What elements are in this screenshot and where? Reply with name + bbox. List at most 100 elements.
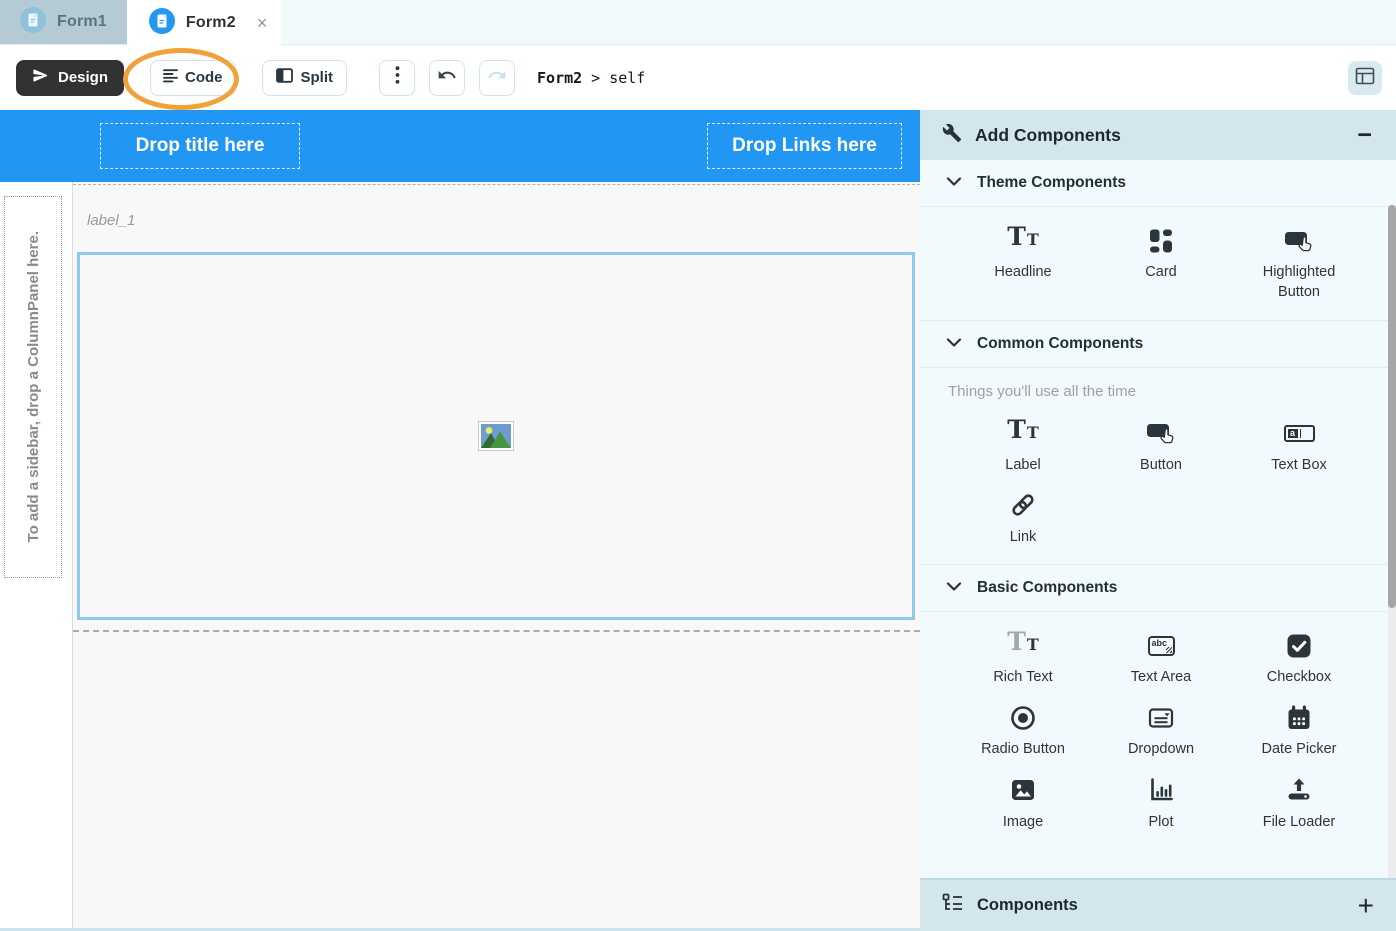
component-text-area[interactable]: abc Text Area [1092,624,1230,696]
drop-links-zone[interactable]: Drop Links here [707,123,902,169]
component-checkbox[interactable]: Checkbox [1230,624,1368,696]
breadcrumb: Form2 > self [537,69,645,87]
section-common-components[interactable]: Common Components [920,321,1396,368]
code-lines-icon [163,68,178,87]
text-box-icon: a [1284,417,1315,450]
component-text-box[interactable]: a Text Box [1230,412,1368,484]
sidebar-hint-label: To add a sidebar, drop a ColumnPanel her… [25,231,42,542]
sidebar-column: To add a sidebar, drop a ColumnPanel her… [0,182,73,928]
drop-links-label: Drop Links here [732,135,877,157]
more-options-button[interactable] [379,60,415,96]
sidebar-drop-zone[interactable]: To add a sidebar, drop a ColumnPanel her… [4,196,62,578]
headline-icon: TT [1007,224,1039,257]
form-title-bar: Drop title here Drop Links here [0,110,920,182]
section-label: Basic Components [977,579,1117,597]
component-image[interactable]: Image [954,769,1092,841]
image-placeholder-icon [478,421,514,451]
add-icon[interactable]: + [1358,892,1374,920]
panel-scrollbar-thumb[interactable] [1388,205,1396,608]
tab-form2[interactable]: Form2 × [127,0,281,46]
component-headline[interactable]: TT Headline [954,219,1092,312]
undo-icon [437,65,457,90]
form-file-icon [20,7,46,38]
section-label: Common Components [977,335,1143,353]
breadcrumb-self[interactable]: self [609,69,645,87]
undo-button[interactable] [429,60,465,96]
kebab-menu-icon [395,66,400,89]
image-component-icon [1010,774,1036,807]
chevron-down-icon [946,174,962,192]
collapse-panel-icon[interactable]: − [1357,123,1372,148]
close-icon[interactable]: × [257,14,268,32]
code-view-button[interactable]: Code [150,60,236,96]
components-tree-bar[interactable]: Components + [920,878,1396,931]
split-view-button[interactable]: Split [262,60,348,96]
redo-button[interactable] [479,60,515,96]
canvas-body: To add a sidebar, drop a ColumnPanel her… [0,182,920,928]
tab-bar: Form1 Form2 × [0,0,1396,45]
tab-label: Form2 [186,14,236,32]
component-plot[interactable]: Plot [1092,769,1230,841]
breadcrumb-separator: > [591,69,600,87]
component-rich-text[interactable]: TT Rich Text [954,624,1092,696]
checkbox-icon [1286,629,1312,662]
date-picker-icon [1286,701,1312,734]
paper-plane-icon [32,67,49,88]
component-radio-button[interactable]: Radio Button [954,696,1092,768]
tab-form1[interactable]: Form1 [0,0,127,44]
wrench-icon [942,123,962,148]
label-icon: TT [1007,417,1039,450]
component-label[interactable]: TT Label [954,412,1092,484]
anvil-editor-window: Form1 Form2 × Design Code Sp [0,0,1396,931]
drop-title-label: Drop title here [136,135,265,157]
theme-components-grid: TT Headline Card Highlighted Button [920,207,1396,321]
rich-text-icon: TT [1007,629,1039,662]
link-icon [1009,489,1037,522]
tab-label: Form1 [57,13,107,31]
button-icon [1146,417,1176,450]
component-card[interactable]: Card [1092,219,1230,312]
common-components-subtitle: Things you'll use all the time [920,368,1396,400]
radio-button-icon [1010,701,1036,734]
split-pane-icon [276,68,293,87]
highlighted-button-icon [1284,224,1314,257]
form-file-icon [149,8,175,39]
design-view-button[interactable]: Design [16,60,124,96]
code-button-label: Code [185,69,223,86]
chevron-down-icon [946,579,962,597]
chevron-down-icon [946,335,962,353]
drop-indicator-line [73,630,920,632]
image-1-component[interactable] [77,252,915,620]
component-file-loader[interactable]: File Loader [1230,769,1368,841]
component-date-picker[interactable]: Date Picker [1230,696,1368,768]
breadcrumb-form[interactable]: Form2 [537,69,582,87]
common-components-grid: TT Label Button a Text Box [920,400,1396,566]
section-label: Theme Components [977,174,1126,192]
redo-icon [487,65,507,90]
component-highlighted-button[interactable]: Highlighted Button [1230,219,1368,312]
text-area-icon: abc [1148,629,1175,662]
drop-title-zone[interactable]: Drop title here [100,123,300,169]
form-design-canvas: Drop title here Drop Links here To add a… [0,110,920,931]
form-content-area[interactable]: label_1 [73,182,920,928]
dropdown-icon [1148,701,1174,734]
section-basic-components[interactable]: Basic Components [920,565,1396,612]
component-dropdown[interactable]: Dropdown [1092,696,1230,768]
editor-toolbar: Design Code Split [0,45,1396,110]
components-palette: Theme Components TT Headline Card [920,160,1396,878]
component-link[interactable]: Link [954,484,1092,556]
basic-components-grid: TT Rich Text abc Text Area Checkbox [920,612,1396,849]
component-button[interactable]: Button [1092,412,1230,484]
file-loader-icon [1286,774,1312,807]
add-components-panel: Add Components − Theme Components TT Hea… [920,110,1396,931]
drop-indicator-line [73,184,920,185]
label-1-component[interactable]: label_1 [87,212,135,229]
toggle-side-panel-button[interactable] [1348,61,1382,95]
card-icon [1148,224,1174,257]
components-tree-label: Components [977,896,1078,915]
add-components-header: Add Components − [920,110,1396,160]
panel-title: Add Components [975,125,1121,146]
design-button-label: Design [58,69,108,86]
split-button-label: Split [301,69,334,86]
section-theme-components[interactable]: Theme Components [920,160,1396,207]
